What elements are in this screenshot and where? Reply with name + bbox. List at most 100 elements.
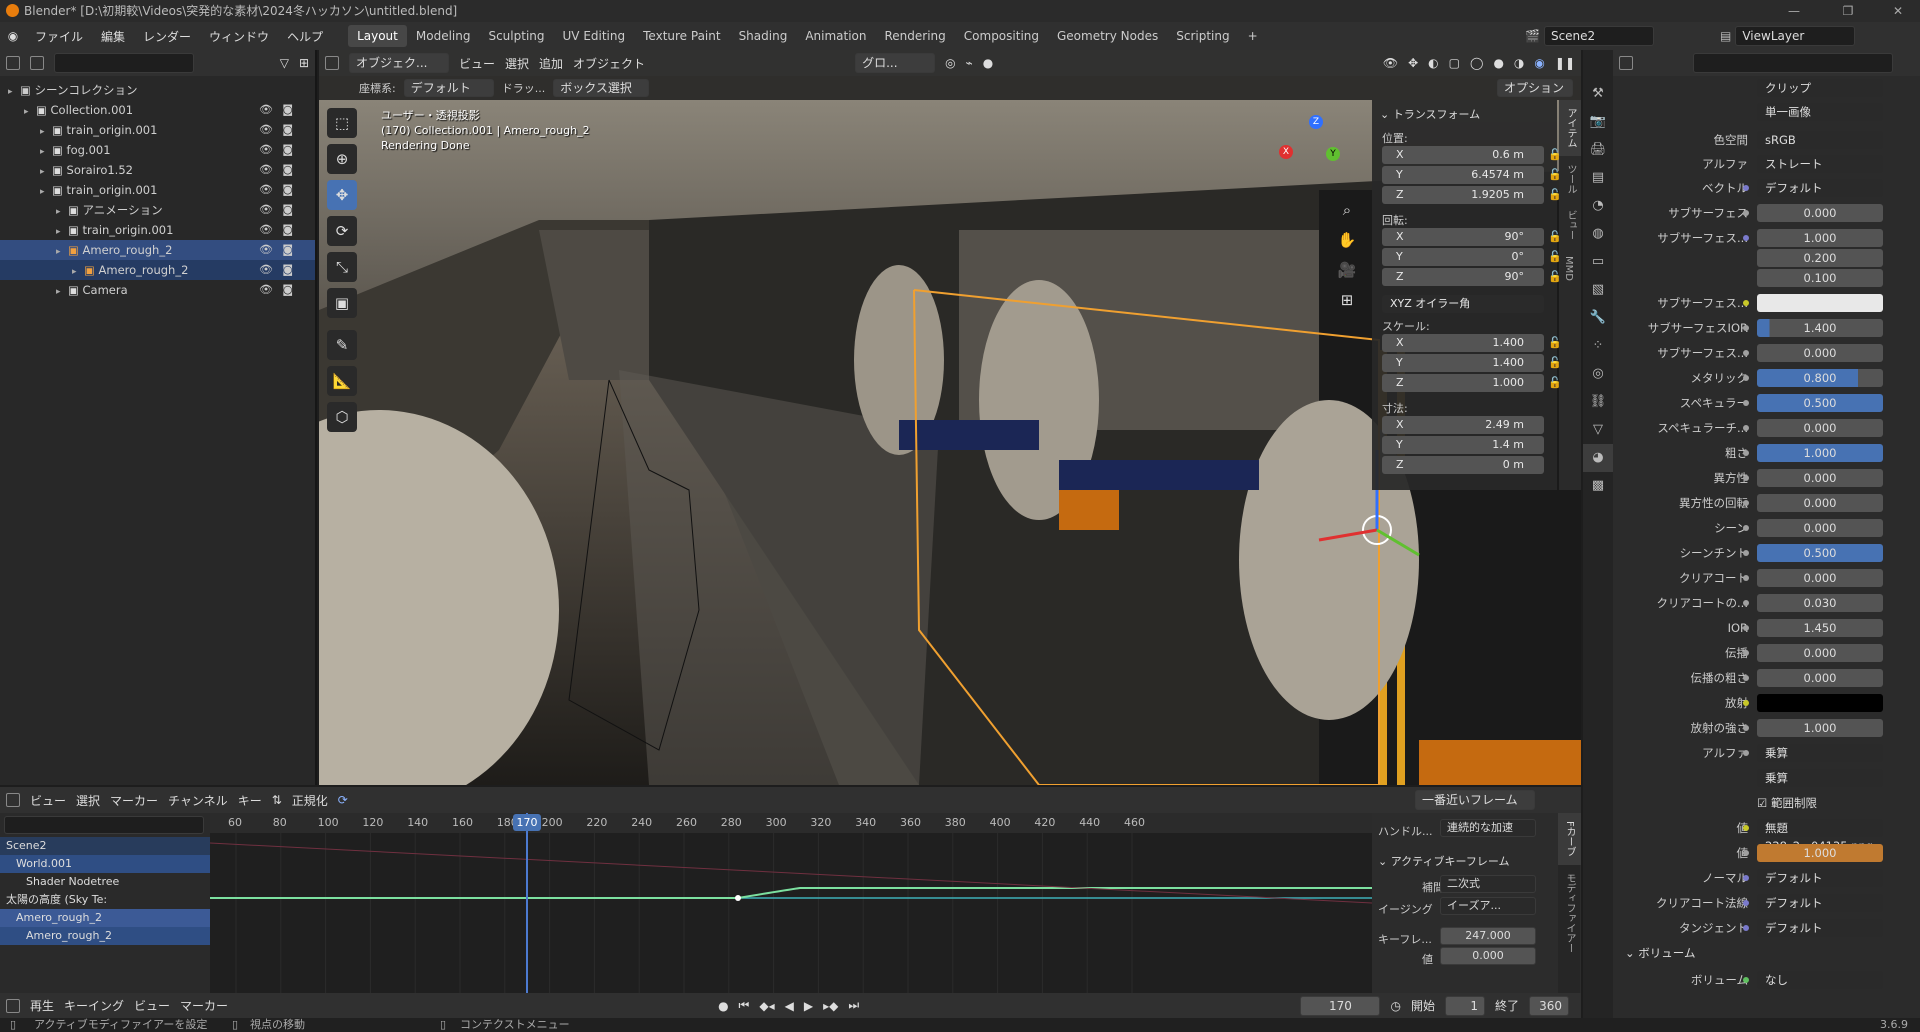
property-value-field[interactable] (1757, 294, 1883, 312)
render-toggle-icon[interactable]: ◙ (282, 220, 293, 240)
easing-selector[interactable]: イーズア... (1440, 897, 1536, 915)
shading-wireframe-icon[interactable]: ◯ (1470, 56, 1483, 70)
menu-marker[interactable]: マーカー (110, 792, 158, 809)
property-value-field[interactable]: 無題228_2...04135.png (1757, 819, 1883, 853)
keyframe-value-field[interactable]: 0.000 (1440, 947, 1536, 965)
snap-icon[interactable]: ⌁ (966, 56, 973, 70)
pause-render-icon[interactable]: ❚❚ (1555, 56, 1575, 70)
socket-dot-icon[interactable] (1743, 210, 1749, 216)
particles-tab-icon[interactable]: ⁘ (1583, 332, 1613, 360)
overlay-icon[interactable]: ◐ (1428, 56, 1438, 70)
socket-dot-icon[interactable] (1743, 675, 1749, 681)
new-collection-icon[interactable]: ⊞ (299, 56, 309, 70)
outliner-row[interactable]: ▸ ▣ fog.001 👁 ◙ (0, 140, 315, 160)
socket-dot-icon[interactable] (1743, 475, 1749, 481)
output-tab-icon[interactable]: 🖨 (1583, 136, 1613, 164)
checkbox-icon[interactable]: ☑ (1757, 796, 1771, 810)
shading-rendered-icon[interactable]: ◉ (1534, 56, 1544, 70)
prev-keyframe-icon[interactable]: ◆◂ (759, 999, 774, 1013)
active-keyframe-header[interactable]: ⌄ アクティブキーフレーム (1378, 853, 1510, 869)
navigation-gizmo[interactable]: Z X Y (1274, 110, 1354, 190)
socket-dot-icon[interactable] (1743, 185, 1749, 191)
visibility-toggle-icon[interactable]: 👁 (259, 160, 273, 180)
render-toggle-icon[interactable]: ◙ (282, 240, 293, 260)
expand-icon[interactable]: ▸ (56, 242, 68, 262)
expand-icon[interactable]: ▸ (40, 122, 52, 142)
tool-tab-icon[interactable]: ⚒ (1583, 80, 1613, 108)
visibility-toggle-icon[interactable]: 👁 (259, 280, 273, 300)
socket-dot-icon[interactable] (1743, 600, 1749, 606)
expand-icon[interactable]: ▸ (40, 142, 52, 162)
property-value-field[interactable]: 0.500 (1757, 394, 1883, 412)
visibility-toggle-icon[interactable]: 👁 (259, 240, 273, 260)
render-toggle-icon[interactable]: ◙ (282, 100, 293, 120)
transform-orientation-selector[interactable]: グロ... (855, 53, 936, 73)
socket-dot-icon[interactable] (1743, 750, 1749, 756)
render-toggle-icon[interactable]: ◙ (282, 180, 293, 200)
property-value-field[interactable]: 1.400 (1757, 319, 1883, 337)
jump-end-icon[interactable]: ⏭ (848, 998, 859, 1013)
property-value-field[interactable]: ☑ 範囲制限 (1757, 794, 1883, 812)
shading-material-icon[interactable]: ◑ (1514, 56, 1524, 70)
property-value-field[interactable]: 1.000 (1757, 719, 1883, 737)
menu-key[interactable]: キー (238, 792, 262, 809)
keying-menu[interactable]: キーイング (64, 997, 124, 1014)
tab-compositing[interactable]: Compositing (955, 25, 1048, 47)
channel-row[interactable]: Shader Nodetree (0, 873, 210, 891)
editor-type-icon[interactable] (1619, 56, 1633, 70)
channel-row[interactable]: Amero_rough_2 (0, 927, 210, 945)
box-select-selector[interactable]: ボックス選択 (553, 79, 650, 97)
outliner-row[interactable]: ▸ ▣ アニメーション 👁 ◙ (0, 200, 315, 220)
add-cube-tool-icon[interactable]: ⬡ (327, 402, 357, 432)
3d-viewport[interactable]: オブジェク... ビュー 選択 追加 オブジェクト グロ... ◎ ⌁ ● 👁 … (319, 50, 1581, 785)
scene-selector[interactable]: Scene2 (1543, 26, 1654, 46)
socket-dot-icon[interactable] (1743, 925, 1749, 931)
menu-file[interactable]: ファイル (26, 28, 92, 45)
tab-mmd[interactable]: MMD (1559, 248, 1578, 289)
socket-dot-icon[interactable] (1743, 500, 1749, 506)
channel-row[interactable]: Scene2 (0, 837, 210, 855)
outliner-row[interactable]: ▸ ▣ train_origin.001 👁 ◙ (0, 180, 315, 200)
menu-view[interactable]: ビュー (30, 792, 66, 809)
channel-row[interactable]: 太陽の高度 (Sky Te: (0, 891, 210, 909)
menu-add[interactable]: 追加 (539, 55, 563, 72)
property-value-field[interactable] (1757, 694, 1883, 712)
property-value-field[interactable]: 0.100 (1757, 269, 1883, 287)
proportional-edit-icon[interactable]: ● (983, 56, 993, 70)
mode-selector[interactable]: オブジェク... (349, 53, 449, 73)
property-value-field[interactable]: デフォルト (1757, 894, 1883, 912)
menu-window[interactable]: ウィンドウ (200, 28, 278, 45)
property-value-field[interactable]: 0.000 (1757, 644, 1883, 662)
socket-dot-icon[interactable] (1743, 325, 1749, 331)
dim-z-field[interactable]: Z 0 m (1382, 456, 1544, 474)
outliner-search-input[interactable] (54, 53, 194, 73)
channel-search-input[interactable] (4, 816, 204, 834)
expand-icon[interactable]: ▸ (56, 202, 68, 222)
current-frame-badge[interactable]: 170 (513, 814, 541, 831)
rot-x-field[interactable]: X 90° 🔓 (1382, 228, 1562, 246)
socket-dot-icon[interactable] (1743, 525, 1749, 531)
options-button[interactable]: オプション (1497, 79, 1573, 97)
socket-dot-icon[interactable] (1743, 900, 1749, 906)
start-frame-field[interactable]: 1 (1444, 995, 1485, 1016)
expand-icon[interactable]: ▸ (56, 282, 68, 302)
refresh-icon[interactable]: ⟳ (338, 793, 348, 807)
tab-item[interactable]: アイテム (1559, 100, 1581, 156)
cursor-tool-icon[interactable]: ⊕ (327, 144, 357, 174)
render-tab-icon[interactable]: 📷 (1583, 108, 1613, 136)
scl-y-field[interactable]: Y 1.400 🔓 (1382, 354, 1562, 372)
property-value-field[interactable]: 1.000 (1757, 444, 1883, 462)
transform-header[interactable]: ⌄ トランスフォーム (1380, 106, 1480, 122)
property-value-field[interactable]: 0.000 (1757, 569, 1883, 587)
object-tab-icon[interactable]: ▧ (1583, 276, 1613, 304)
tab-uv-editing[interactable]: UV Editing (554, 25, 635, 47)
render-toggle-icon[interactable]: ◙ (282, 280, 293, 300)
data-tab-icon[interactable]: ▽ (1583, 416, 1613, 444)
tab-fcurve[interactable]: Fカーブ (1558, 813, 1581, 865)
transform-tool-icon[interactable]: ▣ (327, 288, 357, 318)
socket-dot-icon[interactable] (1743, 825, 1749, 831)
tab-texture-paint[interactable]: Texture Paint (634, 25, 729, 47)
property-value-field[interactable]: 0.000 (1757, 344, 1883, 362)
expand-icon[interactable]: ▸ (72, 262, 84, 282)
play-icon[interactable]: ▶ (804, 999, 813, 1013)
